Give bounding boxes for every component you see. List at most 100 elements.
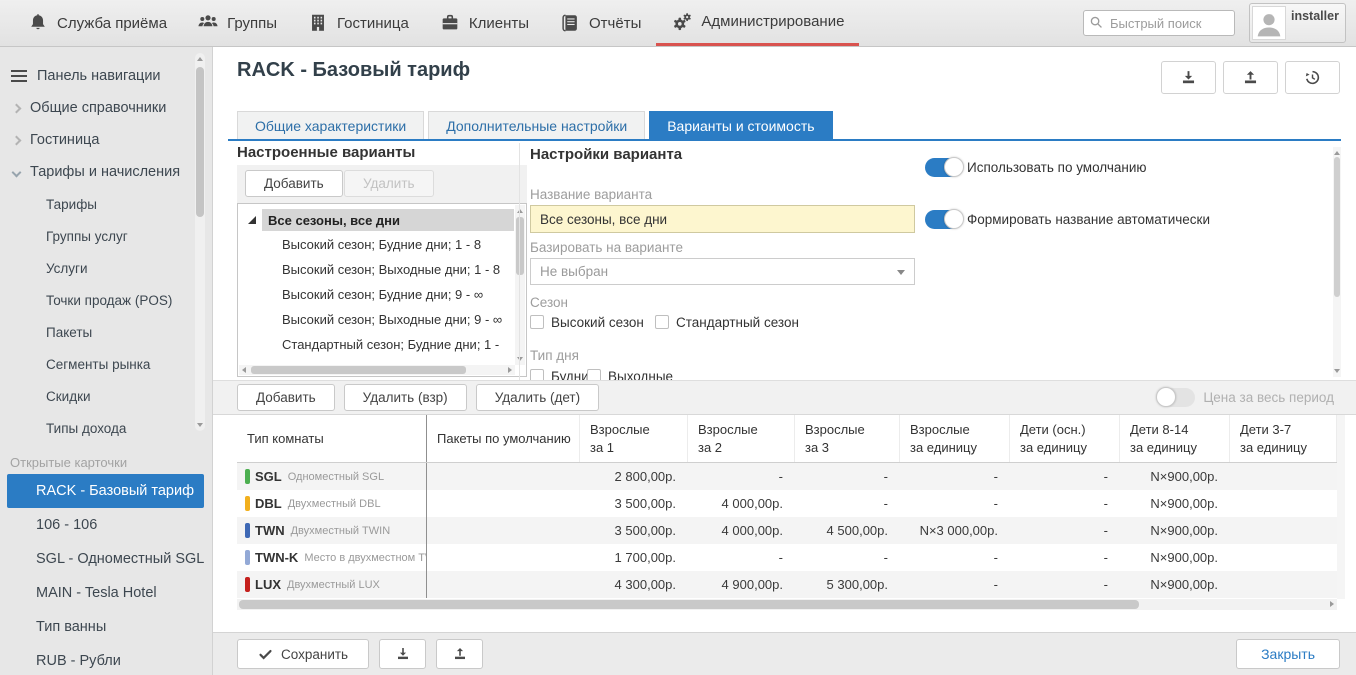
tree-item[interactable]: Высокий сезон; Выходные дни; 9 - ∞ [238, 307, 526, 332]
price-cell[interactable]: - [688, 463, 795, 490]
price-cell[interactable]: - [900, 463, 1010, 490]
scroll-right-arrow[interactable] [508, 367, 512, 373]
tree-item[interactable]: Стандартный сезон; Будние дни; 1 - [238, 332, 526, 357]
table-row[interactable]: TWNДвухместный TWIN3 500,00р.4 000,00р.4… [237, 517, 1337, 544]
sidebar-item-market-segments[interactable]: Сегменты рынка [0, 348, 212, 380]
standard-season-checkbox[interactable] [655, 315, 669, 329]
variant-name-input[interactable]: Все сезоны, все дни [530, 205, 915, 233]
scrollbar-thumb[interactable] [251, 366, 466, 374]
price-cell[interactable]: - [900, 490, 1010, 517]
price-cell[interactable]: 4 000,00р. [688, 490, 795, 517]
price-cell[interactable] [1230, 571, 1337, 598]
price-cell[interactable]: 1 700,00р. [580, 544, 688, 571]
price-cell[interactable]: - [688, 544, 795, 571]
use-by-default-toggle[interactable] [925, 158, 962, 177]
price-cell[interactable]: 4 900,00р. [688, 571, 795, 598]
sidebar-item-tariffs-and-charges[interactable]: Тарифы и начисления [0, 156, 212, 188]
tab-variants-and-price[interactable]: Варианты и стоимость [649, 111, 832, 139]
price-cell[interactable]: - [795, 463, 900, 490]
price-cell[interactable]: N×900,00р. [1120, 490, 1230, 517]
scroll-up-arrow[interactable] [1334, 151, 1340, 155]
price-cell[interactable]: N×900,00р. [1120, 544, 1230, 571]
export-button[interactable] [1161, 61, 1216, 94]
column-header[interactable]: Пакеты по умолчанию [427, 415, 580, 462]
price-cell[interactable]: 5 300,00р. [795, 571, 900, 598]
price-cell[interactable]: - [1010, 490, 1120, 517]
menu-clients[interactable]: Клиенты [424, 0, 544, 46]
price-cell[interactable]: - [1010, 544, 1120, 571]
add-variant-button[interactable]: Добавить [245, 170, 343, 197]
save-button[interactable]: Сохранить [237, 639, 369, 669]
price-cell[interactable]: - [1010, 571, 1120, 598]
table-row[interactable]: LUXДвухместный LUX4 300,00р.4 900,00р.5 … [237, 571, 1337, 598]
scrollbar-thumb[interactable] [516, 217, 524, 275]
sidebar-item-discounts[interactable]: Скидки [0, 380, 212, 412]
price-cell[interactable]: - [900, 571, 1010, 598]
column-header[interactable]: Взрослыеза 3 [795, 415, 900, 462]
open-card-room-106[interactable]: 106 - 106 [0, 508, 212, 542]
tab-general[interactable]: Общие характеристики [237, 111, 424, 139]
price-cell[interactable] [1230, 517, 1337, 544]
sidebar-item-tariffs[interactable]: Тарифы [0, 188, 212, 220]
price-cell[interactable]: - [795, 544, 900, 571]
menu-administration[interactable]: Администрирование [656, 0, 859, 46]
column-header[interactable]: Дети 3-7за единицу [1230, 415, 1337, 462]
price-per-period-toggle[interactable] [1158, 388, 1195, 407]
tree-root-item[interactable]: Все сезоны, все дни [238, 208, 526, 232]
scroll-up-arrow[interactable] [517, 209, 523, 213]
scroll-left-arrow[interactable] [242, 367, 246, 373]
open-card-bath-type[interactable]: Тип ванны [0, 610, 212, 644]
column-header[interactable]: Дети 8-14за единицу [1120, 415, 1230, 462]
import-button[interactable] [1223, 61, 1278, 94]
price-cell[interactable]: N×900,00р. [1120, 571, 1230, 598]
price-cell[interactable] [427, 517, 580, 544]
open-card-sgl[interactable]: SGL - Одноместный SGL [0, 542, 212, 576]
delete-child-price-button[interactable]: Удалить (дет) [476, 384, 599, 411]
price-cell[interactable]: 3 500,00р. [580, 490, 688, 517]
tree-item[interactable]: Высокий сезон; Будние дни; 9 - ∞ [238, 282, 526, 307]
scroll-down-arrow[interactable] [1334, 369, 1340, 373]
import-button[interactable] [436, 639, 483, 669]
tree-item[interactable]: Высокий сезон; Будние дни; 1 - 8 [238, 232, 526, 257]
sidebar-item-services[interactable]: Услуги [0, 252, 212, 284]
price-cell[interactable]: - [1010, 517, 1120, 544]
price-cell[interactable]: N×3 000,00р. [900, 517, 1010, 544]
scroll-down-arrow[interactable] [197, 423, 203, 427]
auto-name-toggle[interactable] [925, 210, 962, 229]
column-header[interactable]: Взрослыеза 1 [580, 415, 688, 462]
high-season-checkbox[interactable] [530, 315, 544, 329]
price-cell[interactable]: 4 000,00р. [688, 517, 795, 544]
user-menu[interactable]: installer [1249, 3, 1346, 43]
close-button[interactable]: Закрыть [1236, 639, 1340, 669]
scroll-down-arrow[interactable] [517, 357, 523, 361]
menu-groups[interactable]: Группы [182, 0, 292, 46]
tab-additional-settings[interactable]: Дополнительные настройки [428, 111, 645, 139]
table-row[interactable]: DBLДвухместный DBL3 500,00р.4 000,00р.--… [237, 490, 1337, 517]
sidebar-item-income-types[interactable]: Типы дохода [0, 412, 212, 444]
price-cell[interactable]: - [795, 490, 900, 517]
price-cell[interactable]: N×900,00р. [1120, 517, 1230, 544]
column-header[interactable]: Взрослыеза 2 [688, 415, 795, 462]
scrollbar-thumb[interactable] [196, 67, 204, 217]
price-cell[interactable]: 4 300,00р. [580, 571, 688, 598]
column-header[interactable]: Взрослыеза единицу [900, 415, 1010, 462]
open-card-main-hotel[interactable]: MAIN - Tesla Hotel [0, 576, 212, 610]
sidebar-item-common-directories[interactable]: Общие справочники [0, 92, 212, 124]
column-header[interactable]: Тип комнаты [237, 415, 427, 462]
scrollbar-thumb[interactable] [1334, 157, 1340, 297]
price-cell[interactable]: 2 800,00р. [580, 463, 688, 490]
sidebar-item-pos[interactable]: Точки продаж (POS) [0, 284, 212, 316]
open-card-rub-currency[interactable]: RUB - Рубли [0, 644, 212, 675]
table-row[interactable]: SGLОдноместный SGL2 800,00р.----N×900,00… [237, 463, 1337, 490]
price-cell[interactable]: 3 500,00р. [580, 517, 688, 544]
search-input[interactable] [1083, 10, 1235, 36]
open-card-rack-tariff[interactable]: RACK - Базовый тариф [7, 474, 204, 508]
tree-expander-icon[interactable] [248, 216, 256, 224]
column-header[interactable]: Дети (осн.)за единицу [1010, 415, 1120, 462]
price-cell[interactable] [1230, 544, 1337, 571]
price-cell[interactable]: N×900,00р. [1120, 463, 1230, 490]
sidebar-item-service-groups[interactable]: Группы услуг [0, 220, 212, 252]
scroll-up-arrow[interactable] [197, 57, 203, 61]
table-row[interactable]: TWN-KМесто в двухместном TWIN1 700,00р.-… [237, 544, 1337, 571]
price-cell[interactable] [1230, 463, 1337, 490]
